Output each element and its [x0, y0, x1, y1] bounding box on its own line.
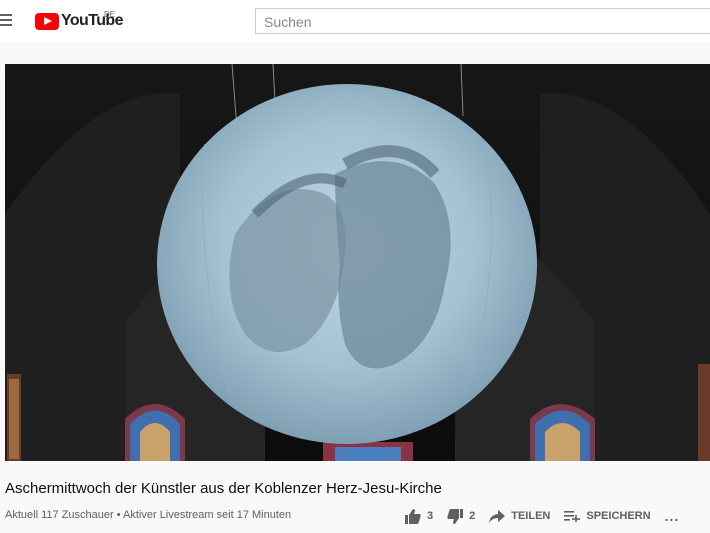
video-meta: Aktuell 117 Zuschauer • Aktiver Livestre… [5, 509, 291, 521]
action-bar: 3 2 TEILEN SPEICHERN ... [405, 506, 679, 526]
share-button[interactable]: TEILEN [489, 509, 551, 523]
search-input[interactable]: Suchen [255, 8, 710, 34]
dislike-button[interactable]: 2 [447, 508, 476, 524]
video-frame [5, 64, 710, 461]
playlist-add-icon [564, 511, 581, 522]
save-button[interactable]: SPEICHERN [564, 510, 651, 522]
viewer-count: Aktuell 117 Zuschauer [5, 509, 114, 521]
like-button[interactable]: 3 [405, 508, 434, 524]
thumbs-down-icon [447, 508, 464, 524]
save-label: SPEICHERN [586, 510, 651, 522]
like-count: 3 [427, 510, 434, 522]
video-player[interactable] [5, 64, 710, 461]
top-bar: YouTube DE Suchen [0, 0, 710, 42]
region-label: DE [104, 10, 116, 19]
more-actions-button[interactable]: ... [665, 508, 680, 524]
more-icon: ... [664, 508, 680, 524]
menu-icon[interactable] [0, 14, 14, 26]
play-logo-icon [35, 12, 59, 30]
share-icon [489, 509, 506, 523]
stained-glass-right [530, 404, 595, 461]
share-label: TEILEN [511, 510, 551, 522]
video-title: Aschermittwoch der Künstler aus der Kobl… [5, 480, 442, 497]
search-placeholder: Suchen [264, 14, 312, 30]
thumbs-up-icon [405, 508, 421, 524]
dislike-count: 2 [469, 510, 476, 522]
youtube-logo[interactable]: YouTube DE [35, 10, 123, 31]
stained-glass-left [125, 404, 185, 461]
stained-glass-center [323, 442, 413, 461]
meta-separator: • [116, 509, 121, 521]
live-status: Aktiver Livestream seit 17 Minuten [123, 509, 292, 521]
